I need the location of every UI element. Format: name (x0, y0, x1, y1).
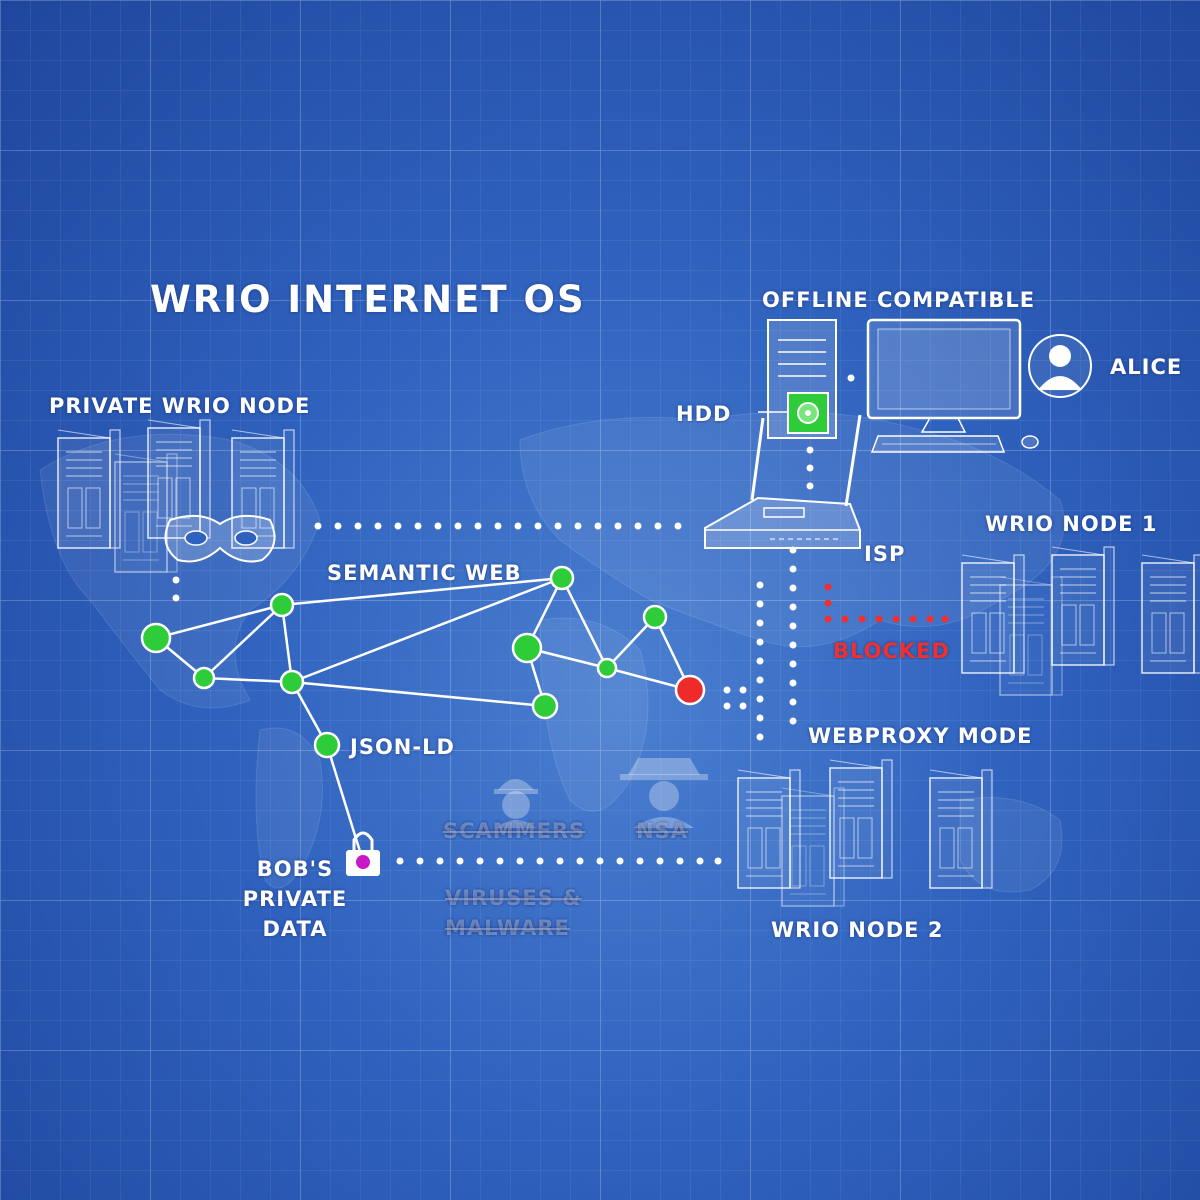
diagram-canvas: WRIO INTERNET OS OFFLINE COMPATIBLE ALIC… (0, 0, 1200, 1200)
graph-node (192, 666, 216, 690)
graph-node (596, 657, 618, 679)
semantic-web-label: SEMANTIC WEB (327, 561, 522, 585)
bobs-private-data-label: BOB'S PRIVATE DATA (236, 854, 354, 944)
private-node-label: PRIVATE WRIO NODE (49, 394, 311, 418)
graph-node-red (674, 674, 706, 706)
alice-label: ALICE (1110, 355, 1183, 379)
isp-label: ISP (864, 542, 906, 566)
user-avatar-icon (1028, 334, 1092, 398)
offline-compatible-label: OFFLINE COMPATIBLE (762, 288, 1036, 312)
hdd-label: HDD (676, 402, 732, 426)
blocked-label: BLOCKED (833, 639, 950, 663)
pc-to-monitor-dot (847, 374, 855, 382)
viruses-label-line2: MALWARE (445, 916, 570, 940)
scammers-label: SCAMMERS (443, 819, 586, 843)
json-ld-label: JSON-LD (350, 735, 455, 759)
graph-node (313, 731, 341, 759)
nsa-label: NSA (636, 819, 688, 843)
graph-node (140, 622, 172, 654)
isp-vertical-link-a (756, 581, 764, 741)
graph-node (531, 692, 559, 720)
node1-label: WRIO NODE 1 (985, 512, 1158, 536)
graph-node (642, 604, 668, 630)
webproxy-label: WEBPROXY MODE (808, 724, 1033, 748)
page-title: WRIO INTERNET OS (150, 278, 586, 321)
node2-label: WRIO NODE 2 (771, 918, 944, 942)
mouse-icon (1021, 435, 1039, 449)
graph-node (511, 632, 543, 664)
diagram-svg (0, 0, 1200, 1200)
monitor-icon (866, 318, 1022, 433)
graph-node (549, 565, 575, 591)
bob-label-line1: BOB'S (256, 857, 334, 881)
keyboard-icon (870, 435, 1006, 453)
graph-node (269, 592, 295, 618)
viruses-label-line1: VIRUSES & (445, 886, 582, 910)
bob-label-line3: DATA (262, 917, 328, 941)
graph-node (279, 669, 305, 695)
bob-label-line2: PRIVATE (242, 887, 348, 911)
